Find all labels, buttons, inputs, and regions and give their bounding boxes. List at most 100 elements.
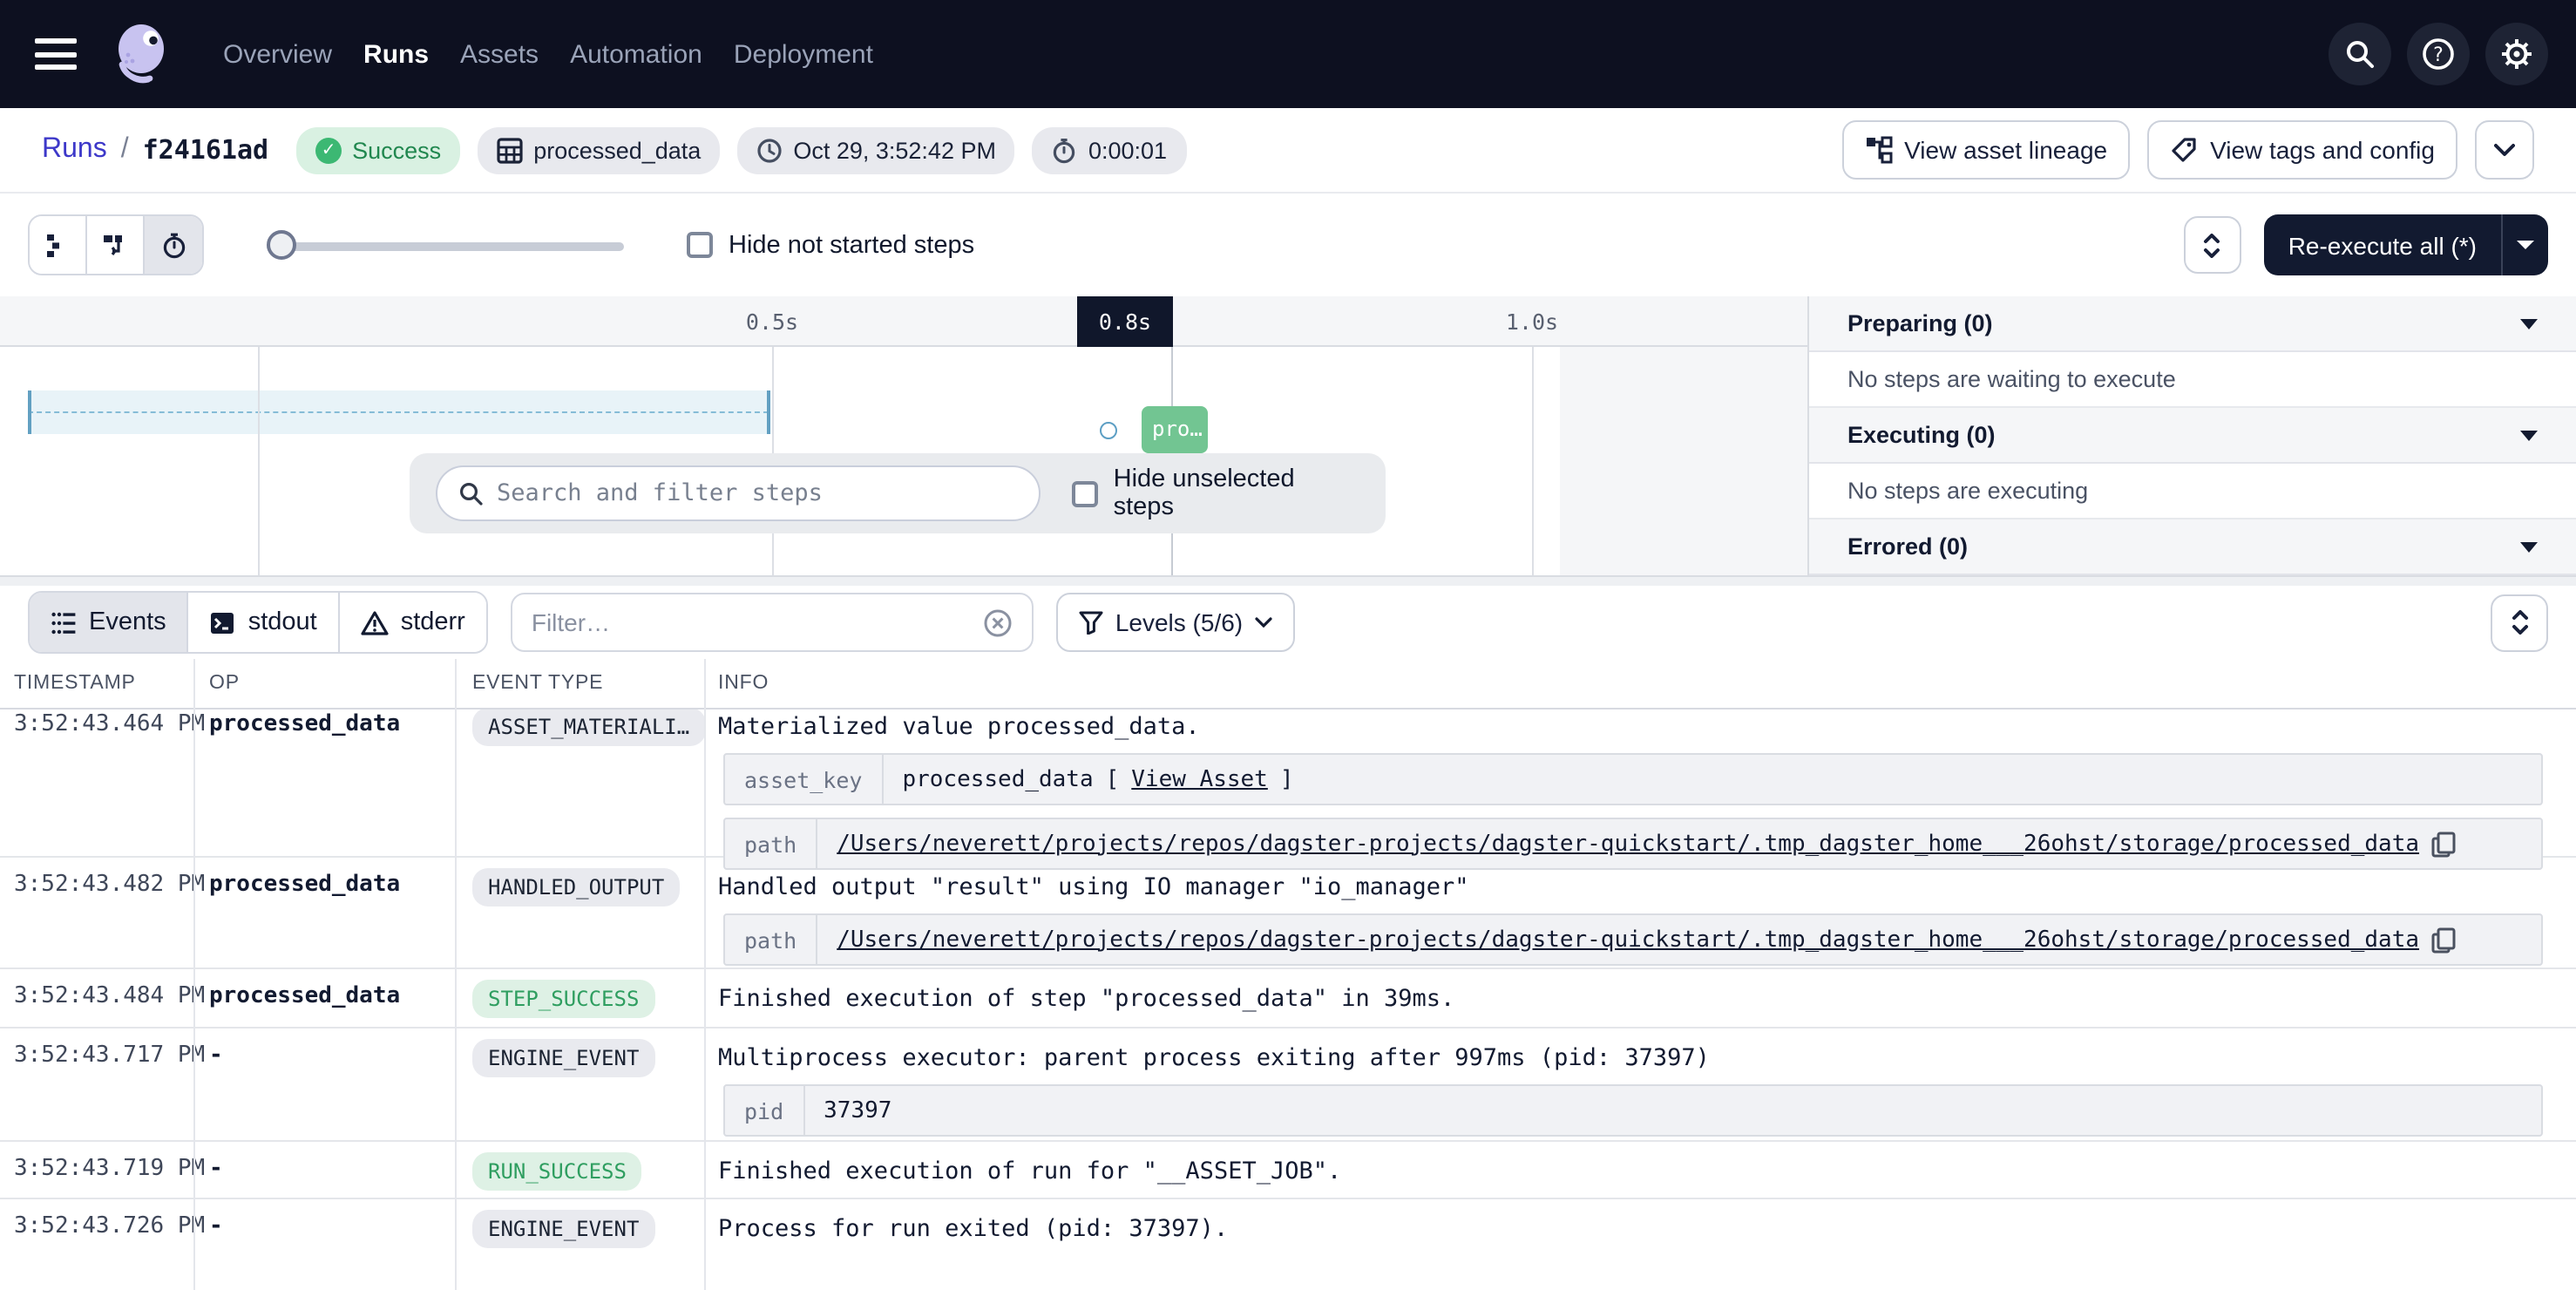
dagster-logo[interactable] xyxy=(105,17,178,91)
tab-events-label: Events xyxy=(89,608,166,636)
help-button[interactable]: ? xyxy=(2407,23,2470,85)
nav-link-runs[interactable]: Runs xyxy=(363,39,429,69)
view-waterfall-button[interactable] xyxy=(87,216,145,274)
hide-not-started-checkbox-group[interactable]: Hide not started steps xyxy=(687,231,974,259)
duration-badge: 0:00:01 xyxy=(1033,126,1186,173)
tick-0-5s: 0.5s xyxy=(746,296,798,347)
tab-stderr-label: stderr xyxy=(401,608,465,636)
metadata-value: processed_data[View Asset] xyxy=(883,755,1312,804)
header-info: INFO xyxy=(704,673,2576,694)
event-row[interactable]: 3:52:43.726 PM-ENGINE_EVENTProcess for r… xyxy=(0,1199,2576,1290)
chevron-down-icon xyxy=(2494,143,2515,157)
event-row[interactable]: 3:52:43.717 PM-ENGINE_EVENTMultiprocess … xyxy=(0,1029,2576,1142)
asset-badge-label: processed_data xyxy=(533,137,701,163)
event-row[interactable]: 3:52:43.719 PM-RUN_SUCCESSFinished execu… xyxy=(0,1142,2576,1199)
event-type-cell: ENGINE_EVENT xyxy=(455,1199,704,1290)
copy-icon[interactable] xyxy=(2431,927,2456,953)
event-row[interactable]: 3:52:43.464 PMprocessed_dataASSET_MATERI… xyxy=(0,710,2576,858)
copy-button[interactable] xyxy=(2431,831,2456,857)
view-tags-config-button[interactable]: View tags and config xyxy=(2147,120,2457,180)
success-check-icon: ✓ xyxy=(315,137,342,163)
start-time-label: Oct 29, 3:52:42 PM xyxy=(793,137,996,163)
reexecute-dropdown-button[interactable] xyxy=(2501,214,2548,275)
log-filter-field[interactable] xyxy=(511,593,1034,652)
tab-stdout[interactable]: stdout xyxy=(189,593,340,652)
expand-collapse-icon xyxy=(2204,233,2221,257)
events-table-header: TIMESTAMP OP EVENT TYPE INFO xyxy=(0,659,2576,710)
event-row[interactable]: 3:52:43.484 PMprocessed_dataSTEP_SUCCESS… xyxy=(0,969,2576,1029)
column-divider[interactable] xyxy=(193,659,195,1290)
zoom-slider-knob[interactable] xyxy=(267,229,296,259)
gantt-toolbar: Hide not started steps Re-execute all (*… xyxy=(0,194,2576,296)
dagster-run-page: Overview Runs Assets Automation Deployment ? xyxy=(0,0,2576,1290)
header-actions: View asset lineage View tags and config xyxy=(1841,120,2534,180)
event-type-badge: ENGINE_EVENT xyxy=(472,1210,654,1248)
zoom-slider-track[interactable] xyxy=(267,241,624,250)
event-info-cell: Finished execution of run for "__ASSET_J… xyxy=(704,1142,2576,1199)
reexecute-all-button[interactable]: Re-execute all (*) xyxy=(2264,214,2501,275)
step-bar-processed-data[interactable]: pro… xyxy=(1142,406,1208,453)
settings-button[interactable] xyxy=(2485,23,2548,85)
tab-events[interactable]: Events xyxy=(30,593,189,652)
dependency-end-tick xyxy=(767,390,770,434)
hamburger-menu-icon[interactable] xyxy=(35,38,77,70)
log-filter-input[interactable] xyxy=(532,608,969,636)
dependency-marker-circle xyxy=(1100,422,1117,439)
nav-link-overview[interactable]: Overview xyxy=(223,39,332,69)
hide-unselected-checkbox[interactable] xyxy=(1072,480,1098,506)
panel-section-body: No steps are waiting to execute xyxy=(1809,352,2576,408)
tab-stderr[interactable]: stderr xyxy=(340,593,486,652)
view-flat-button[interactable] xyxy=(30,216,87,274)
metadata-label: asset_key xyxy=(725,755,883,804)
event-message: Multiprocess executor: parent process ex… xyxy=(718,1044,2543,1072)
header-event-type: EVENT TYPE xyxy=(455,673,704,694)
column-divider[interactable] xyxy=(704,659,706,1290)
search-icon xyxy=(458,481,483,506)
panel-section-title: Errored (0) xyxy=(1847,533,1968,560)
nav-links: Overview Runs Assets Automation Deployment xyxy=(223,39,873,69)
log-tab-switcher: Events stdout stderr xyxy=(28,591,488,654)
panel-section-header[interactable]: Executing (0) xyxy=(1809,408,2576,464)
hide-not-started-checkbox[interactable] xyxy=(687,232,713,258)
view-asset-lineage-button[interactable]: View asset lineage xyxy=(1841,120,2130,180)
panel-section-header[interactable]: Errored (0) xyxy=(1809,519,2576,575)
step-search-field[interactable] xyxy=(436,465,1041,521)
nav-link-assets[interactable]: Assets xyxy=(460,39,539,69)
panel-split-divider[interactable] xyxy=(0,575,2576,586)
metadata-link[interactable]: View Asset xyxy=(1131,766,1268,792)
metadata-link[interactable]: /Users/neverett/projects/repos/dagster-p… xyxy=(837,927,2419,953)
expand-gantt-button[interactable] xyxy=(2184,216,2241,274)
expand-log-button[interactable] xyxy=(2491,594,2548,651)
copy-button[interactable] xyxy=(2431,927,2456,953)
event-op: - xyxy=(193,1199,455,1290)
zoom-slider[interactable] xyxy=(267,229,624,261)
dependency-dashed-line xyxy=(28,411,769,413)
column-divider[interactable] xyxy=(455,659,457,1290)
event-message: Process for run exited (pid: 37397). xyxy=(718,1215,2543,1243)
timeline-after-run-shade xyxy=(1560,347,1807,575)
levels-label: Levels (5/6) xyxy=(1115,608,1243,636)
hide-unselected-checkbox-group[interactable]: Hide unselected steps xyxy=(1072,465,1359,521)
copy-icon[interactable] xyxy=(2431,831,2456,857)
svg-text:?: ? xyxy=(2433,44,2444,66)
event-info-cell: Finished execution of step "processed_da… xyxy=(704,969,2576,1027)
clear-filter-icon[interactable] xyxy=(983,608,1013,637)
nav-link-deployment[interactable]: Deployment xyxy=(734,39,873,69)
expand-collapse-icon xyxy=(2511,610,2528,635)
event-message: Finished execution of step "processed_da… xyxy=(718,985,2543,1013)
more-actions-button[interactable] xyxy=(2475,120,2534,180)
panel-section-header[interactable]: Preparing (0) xyxy=(1809,296,2576,352)
event-info-cell: Process for run exited (pid: 37397). xyxy=(704,1199,2576,1290)
levels-dropdown-button[interactable]: Levels (5/6) xyxy=(1056,593,1295,652)
log-toolbar: Events stdout stderr Levels (5/6) xyxy=(0,586,2576,659)
event-type-badge: HANDLED_OUTPUT xyxy=(472,868,680,906)
step-search-input[interactable] xyxy=(497,479,1018,507)
breadcrumb-runs-link[interactable]: Runs xyxy=(42,134,107,166)
nav-link-automation[interactable]: Automation xyxy=(570,39,702,69)
search-button[interactable] xyxy=(2329,23,2391,85)
metadata-link[interactable]: /Users/neverett/projects/repos/dagster-p… xyxy=(837,831,2419,857)
asset-badge[interactable]: processed_data xyxy=(478,126,720,173)
waterfall-icon xyxy=(101,231,129,259)
event-row[interactable]: 3:52:43.482 PMprocessed_dataHANDLED_OUTP… xyxy=(0,858,2576,969)
view-timed-button[interactable] xyxy=(145,216,202,274)
